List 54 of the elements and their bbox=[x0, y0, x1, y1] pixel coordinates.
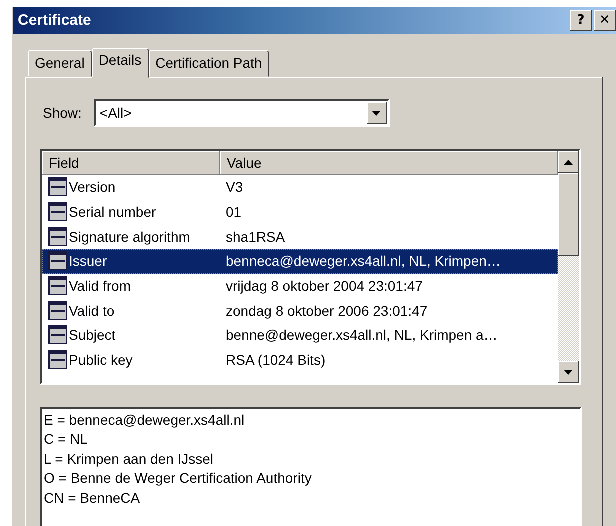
field-value: 01 bbox=[225, 204, 242, 220]
detail-line: E = benneca@deweger.xs4all.nl bbox=[44, 411, 246, 430]
scroll-down-button[interactable] bbox=[558, 361, 579, 383]
field-name: Public key bbox=[69, 352, 133, 368]
field-name: Valid to bbox=[69, 302, 115, 319]
scroll-thumb[interactable] bbox=[558, 173, 579, 256]
field-name: Issuer bbox=[69, 253, 108, 270]
field-icon bbox=[48, 202, 68, 222]
field-value: zondag 8 oktober 2006 23:01:47 bbox=[225, 302, 428, 319]
field-name: Subject bbox=[69, 327, 116, 344]
field-value: RSA (1024 Bits) bbox=[225, 352, 326, 368]
detail-line: O = Benne de Weger Certification Authority bbox=[44, 469, 313, 488]
field-name: Signature algorithm bbox=[69, 228, 190, 245]
field-icon bbox=[48, 300, 68, 321]
field-icon bbox=[48, 325, 68, 346]
list-row[interactable]: Public key RSA (1024 Bits) bbox=[42, 348, 558, 372]
list-row[interactable]: Valid to zondag 8 oktober 2006 23:01:47 bbox=[42, 298, 558, 324]
detail-line: CN = BenneCA bbox=[44, 488, 142, 508]
column-header[interactable]: Field bbox=[42, 151, 220, 175]
up-arrow-icon bbox=[564, 160, 573, 164]
field-value: benneca@deweger.xs4all.nl, NL, Krimpen… bbox=[225, 253, 501, 270]
detail-line: C = NL bbox=[44, 430, 89, 450]
list-row[interactable]: Issuer benneca@deweger.xs4all.nl, NL, Krimpen… bbox=[42, 249, 558, 274]
field-icon bbox=[48, 350, 68, 370]
list-row[interactable]: Version V3 bbox=[42, 175, 558, 200]
field-icon bbox=[48, 276, 68, 296]
scroll-up-button[interactable] bbox=[558, 151, 579, 173]
field-icon bbox=[48, 177, 68, 198]
list-row[interactable]: Subject benne@deweger.xs4all.nl, NL, Krimpen a… bbox=[42, 323, 558, 348]
window-title: Certificate bbox=[18, 12, 92, 29]
field-value: V3 bbox=[225, 179, 244, 196]
help-button[interactable]: ? bbox=[570, 10, 592, 31]
field-value: benne@deweger.xs4all.nl, NL, Krimpen a… bbox=[225, 327, 498, 344]
field-name: Valid from bbox=[69, 278, 131, 294]
tab[interactable]: General bbox=[28, 50, 92, 77]
detail-line: L = Krimpen aan den IJssel bbox=[44, 450, 215, 469]
show-dropdown[interactable]: <All> bbox=[94, 99, 390, 127]
column-header[interactable]: Value bbox=[220, 151, 558, 175]
list-row[interactable]: Valid from vrijdag 8 oktober 2004 23:01:47 bbox=[42, 274, 558, 298]
field-value: vrijdag 8 oktober 2004 23:01:47 bbox=[225, 278, 423, 294]
tab[interactable]: Certification Path bbox=[148, 50, 270, 77]
tab[interactable]: Details bbox=[92, 48, 149, 78]
scrollbar[interactable] bbox=[558, 151, 579, 383]
close-button[interactable]: ✕ bbox=[594, 10, 616, 31]
field-value: sha1RSA bbox=[225, 228, 286, 245]
field-icon bbox=[48, 251, 68, 272]
field-icon bbox=[48, 226, 68, 247]
field-name: Version bbox=[69, 179, 116, 196]
field-name: Serial number bbox=[69, 204, 156, 220]
list-row[interactable]: Serial number 01 bbox=[42, 200, 558, 224]
show-label: Show: bbox=[43, 105, 82, 121]
down-arrow-icon bbox=[564, 370, 573, 374]
list-row[interactable]: Signature algorithm sha1RSA bbox=[42, 224, 558, 250]
detail-text-box[interactable]: E = benneca@deweger.xs4all.nl C = NL L = Krimpen aan den IJssel O = Benne de Weger Certification Authority CN = BenneCA bbox=[40, 407, 582, 526]
